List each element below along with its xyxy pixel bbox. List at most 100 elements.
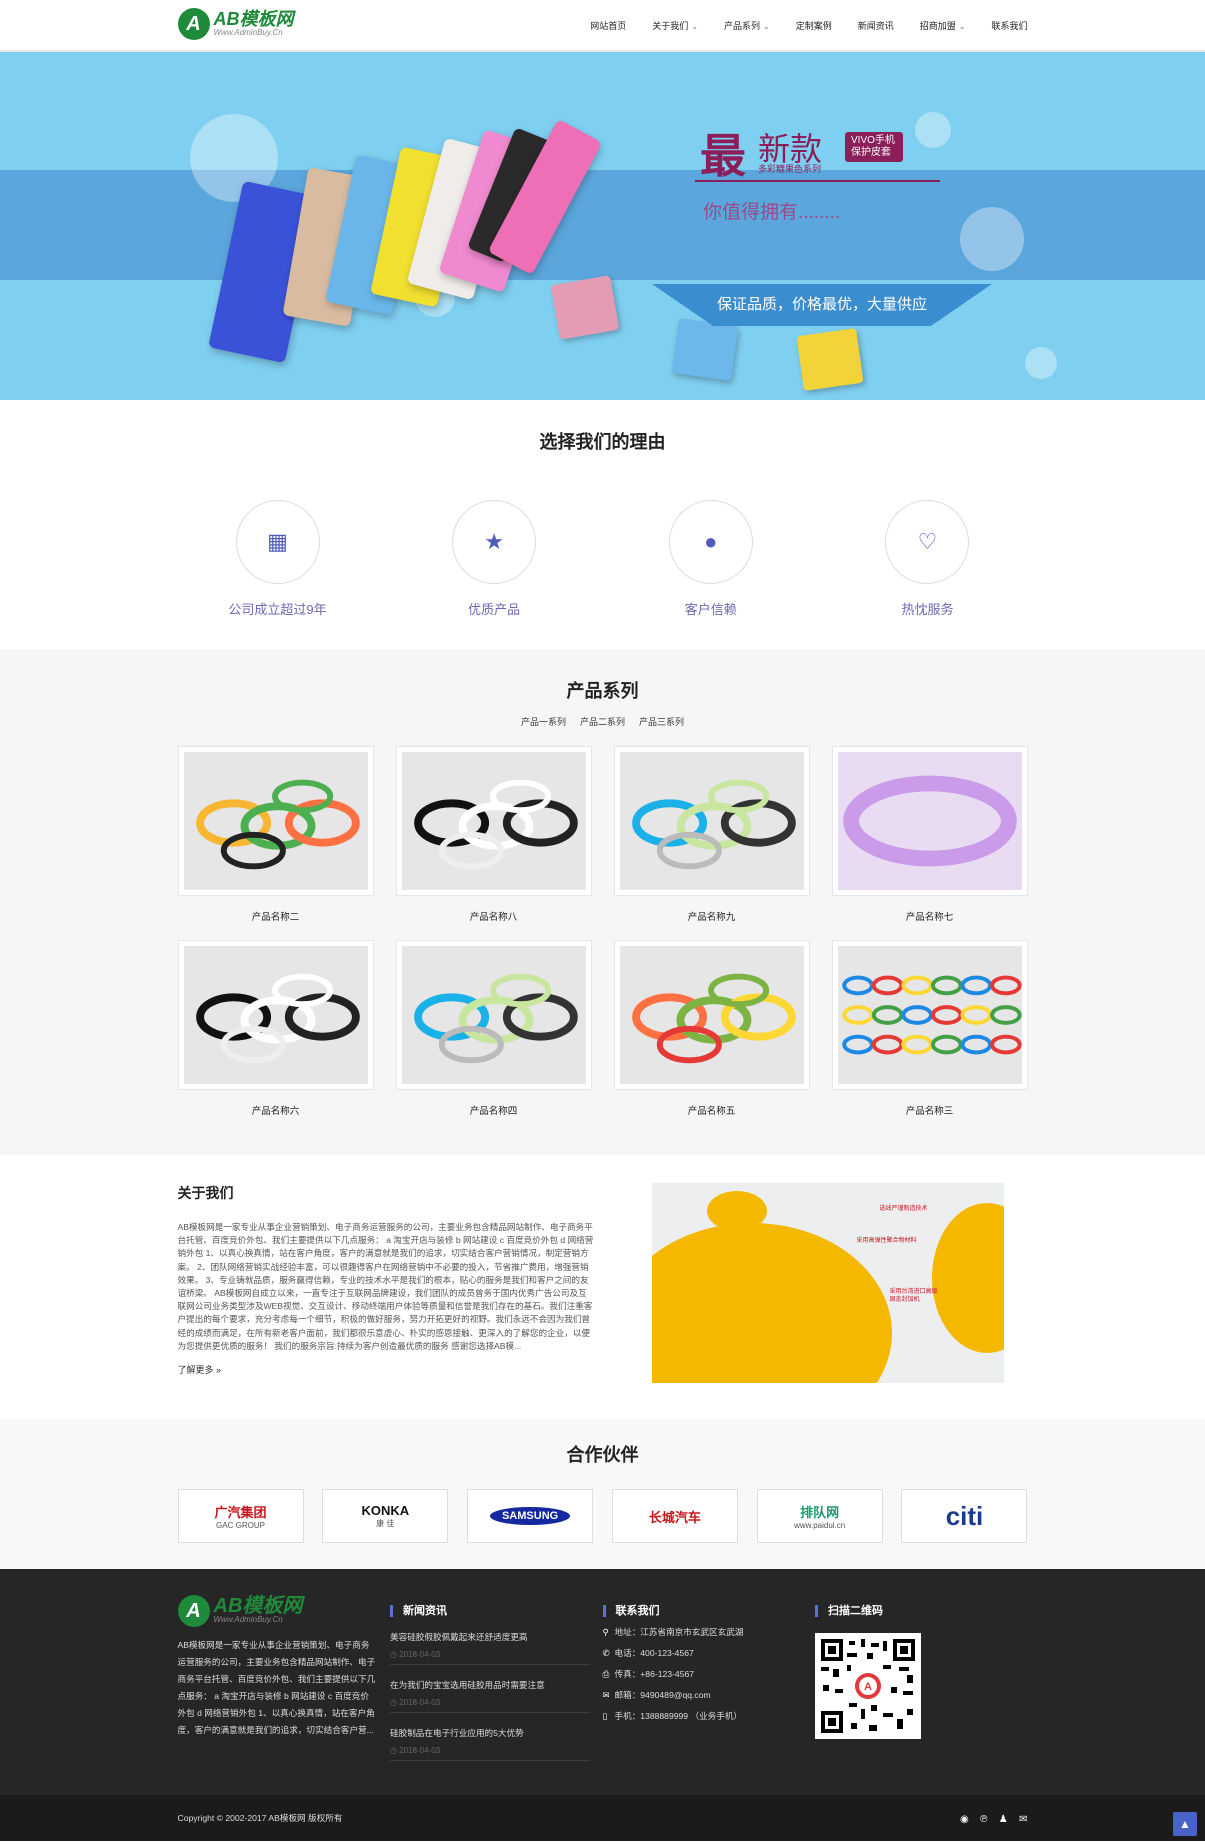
- product-image[interactable]: [613, 940, 810, 1090]
- back-to-top-button[interactable]: ▲: [1173, 1812, 1197, 1836]
- logo-mark-icon: A: [177, 8, 210, 40]
- product-image[interactable]: [831, 940, 1028, 1090]
- products-section: 产品系列 产品一系列 产品二系列 产品三系列 产品名称二 产品名称八 产品名称九 产品名称…: [0, 649, 1205, 1155]
- news-title[interactable]: 美容硅胶假胶佩戴起来还舒适度更高: [390, 1631, 590, 1643]
- nav-item[interactable]: 网站首页: [590, 19, 626, 32]
- product-tab[interactable]: 产品三系列: [639, 717, 684, 727]
- star-icon: ★: [452, 500, 537, 584]
- learn-more-link[interactable]: 了解更多 »: [178, 1363, 594, 1376]
- contact-item: ✉ 邮箱：9490489@qq.com: [602, 1690, 711, 1700]
- news-date: ◷ 2018-04-03: [390, 1746, 441, 1755]
- product-tab[interactable]: 产品一系列: [521, 717, 566, 727]
- social-links: ◉ ℗ ♟ ✉: [952, 1811, 1028, 1825]
- nav-item[interactable]: 关于我们 ⌄: [652, 19, 698, 32]
- footer-about: AB模板网是一家专业从事企业营销策划、电子商务运营服务的公司，主要业务包含精品网…: [177, 1640, 376, 1735]
- footer-bottom: Copyright © 2002-2017 AB模板网 版权所有 ◉ ℗ ♟ ✉: [0, 1795, 1205, 1841]
- partner-name: citi: [945, 1500, 984, 1531]
- about-image: 选线严谨制造技术 采用高弹性聚合物材料 采用台湾进口高级固态封加机: [651, 1183, 1004, 1383]
- product-name[interactable]: 产品名称九: [614, 909, 810, 923]
- partner-sub: www.paidui.cn: [794, 1521, 846, 1530]
- qq-icon[interactable]: ♟: [999, 1814, 1008, 1825]
- partner-logo[interactable]: 广汽集团 GAC GROUP: [177, 1489, 304, 1543]
- reason-item: ★ 优质产品: [394, 500, 594, 618]
- bubble: [1025, 347, 1057, 379]
- footer-contact-title: 联系我们: [602, 1605, 816, 1617]
- footer-news-title: 新闻资讯: [390, 1605, 603, 1617]
- banner-value: 你值得拥有........: [703, 202, 841, 223]
- nav-item[interactable]: 联系我们: [991, 19, 1027, 32]
- nav-item[interactable]: 定制案例: [796, 19, 832, 32]
- product-name[interactable]: 产品名称三: [832, 1103, 1028, 1117]
- weibo-icon[interactable]: ◉: [960, 1814, 969, 1825]
- product-name[interactable]: 产品名称七: [832, 909, 1028, 923]
- news-date: ◷ 2018-04-03: [390, 1698, 441, 1707]
- partner-name: 排队网: [800, 1505, 840, 1520]
- site-header: A AB模板网 Www.AdminBuy.Cn 网站首页 关于我们 ⌄ 产品系列 ⌄ 定制…: [0, 0, 1205, 52]
- partner-logo[interactable]: citi: [901, 1489, 1028, 1543]
- partner-logo[interactable]: 排队网 www.paidui.cn: [756, 1489, 883, 1543]
- logo[interactable]: A AB模板网 Www.AdminBuy.Cn: [177, 8, 294, 40]
- chevron-down-icon: ⌄: [691, 21, 699, 31]
- product-image[interactable]: [395, 940, 592, 1090]
- product-image[interactable]: [613, 746, 810, 896]
- footer-news-item[interactable]: 美容硅胶假胶佩戴起来还舒适度更高 ◷ 2018-04-03: [390, 1631, 590, 1665]
- copyright: Copyright © 2002-2017 AB模板网 版权所有: [177, 1813, 343, 1823]
- partner-logo[interactable]: SAMSUNG: [467, 1489, 594, 1543]
- product-card[interactable]: 产品名称七: [831, 746, 1028, 940]
- product-card[interactable]: 产品名称三: [831, 940, 1028, 1134]
- mail-icon: ✉: [602, 1690, 610, 1700]
- product-card[interactable]: 产品名称八: [395, 746, 592, 940]
- product-image[interactable]: [831, 746, 1028, 896]
- product-card[interactable]: 产品名称六: [177, 940, 374, 1134]
- heart-icon: ♡: [885, 500, 970, 584]
- product-card[interactable]: 产品名称四: [395, 940, 592, 1134]
- product-name[interactable]: 产品名称八: [396, 909, 592, 923]
- contact-item: ✆ 电话：400-123-4567: [602, 1648, 694, 1658]
- nav-item[interactable]: 产品系列 ⌄: [724, 19, 770, 32]
- reason-label: 优质产品: [468, 602, 521, 617]
- partner-logo[interactable]: KONKA 康 佳: [322, 1489, 449, 1543]
- mobile-icon: ▯: [602, 1711, 608, 1721]
- drop-icon: ●: [668, 500, 753, 584]
- nav-item[interactable]: 招商加盟 ⌄: [920, 19, 966, 32]
- hero-banner[interactable]: 最 新款 VIVO手机保护皮套 多彩糖果色系列 你值得拥有........ 保证…: [0, 52, 1205, 400]
- product-tab[interactable]: 产品二系列: [580, 717, 625, 727]
- email-icon[interactable]: ✉: [1019, 1814, 1027, 1825]
- product-name[interactable]: 产品名称六: [178, 1103, 374, 1117]
- footer-news-item[interactable]: 硅胶制品在电子行业应用的5大优势 ◷ 2018-04-03: [390, 1727, 590, 1761]
- banner-slogan: 保证品质，价格最优，大量供应: [652, 284, 992, 326]
- product-name[interactable]: 产品名称五: [614, 1103, 810, 1117]
- logo-text: AB模板网: [213, 9, 294, 29]
- about-section: 关于我们 AB模板网是一家专业从事企业营销策划、电子商务运营服务的公司，主要业务…: [0, 1155, 1205, 1419]
- site-footer: A AB模板网 Www.AdminBuy.Cn AB模板网是一家专业从事企业营销…: [0, 1569, 1205, 1795]
- mini-case-image: [671, 318, 739, 381]
- fax-icon: ⎙: [602, 1669, 610, 1679]
- clock-icon: ◷: [390, 1746, 400, 1755]
- contact-item: ⎙ 传真：+86-123-4567: [602, 1669, 695, 1679]
- product-image[interactable]: [395, 746, 592, 896]
- clock-icon: ◷: [390, 1698, 400, 1707]
- news-date: ◷ 2018-04-03: [390, 1650, 441, 1659]
- footer-qr-title: 扫描二维码: [815, 1605, 1028, 1617]
- product-name[interactable]: 产品名称二: [178, 909, 374, 923]
- footer-news-item[interactable]: 在为我们的宝宝选用硅胶用品时需要注意 ◷ 2018-04-03: [390, 1679, 590, 1713]
- news-title[interactable]: 硅胶制品在电子行业应用的5大优势: [390, 1727, 590, 1739]
- product-image[interactable]: [177, 940, 374, 1090]
- partner-logo[interactable]: 长城汽车: [611, 1489, 738, 1543]
- calendar-icon: ▦: [235, 500, 320, 584]
- product-image[interactable]: [177, 746, 374, 896]
- partner-name: SAMSUNG: [489, 1507, 571, 1525]
- partner-name: KONKA: [361, 1503, 410, 1518]
- product-name[interactable]: 产品名称四: [396, 1103, 592, 1117]
- product-card[interactable]: 产品名称二: [177, 746, 374, 940]
- about-text: AB模板网是一家专业从事企业营销策划、电子商务运营服务的公司，主要业务包含精品网…: [177, 1222, 594, 1351]
- product-card[interactable]: 产品名称五: [613, 940, 810, 1134]
- svg-text:A: A: [864, 1681, 872, 1693]
- nav-item[interactable]: 新闻资讯: [858, 19, 894, 32]
- bubble: [915, 112, 951, 148]
- reason-item: ▦ 公司成立超过9年: [178, 500, 378, 618]
- news-title[interactable]: 在为我们的宝宝选用硅胶用品时需要注意: [390, 1679, 590, 1691]
- product-card[interactable]: 产品名称九: [613, 746, 810, 940]
- pinterest-icon[interactable]: ℗: [980, 1814, 987, 1825]
- footer-logo[interactable]: A AB模板网 Www.AdminBuy.Cn: [177, 1595, 391, 1627]
